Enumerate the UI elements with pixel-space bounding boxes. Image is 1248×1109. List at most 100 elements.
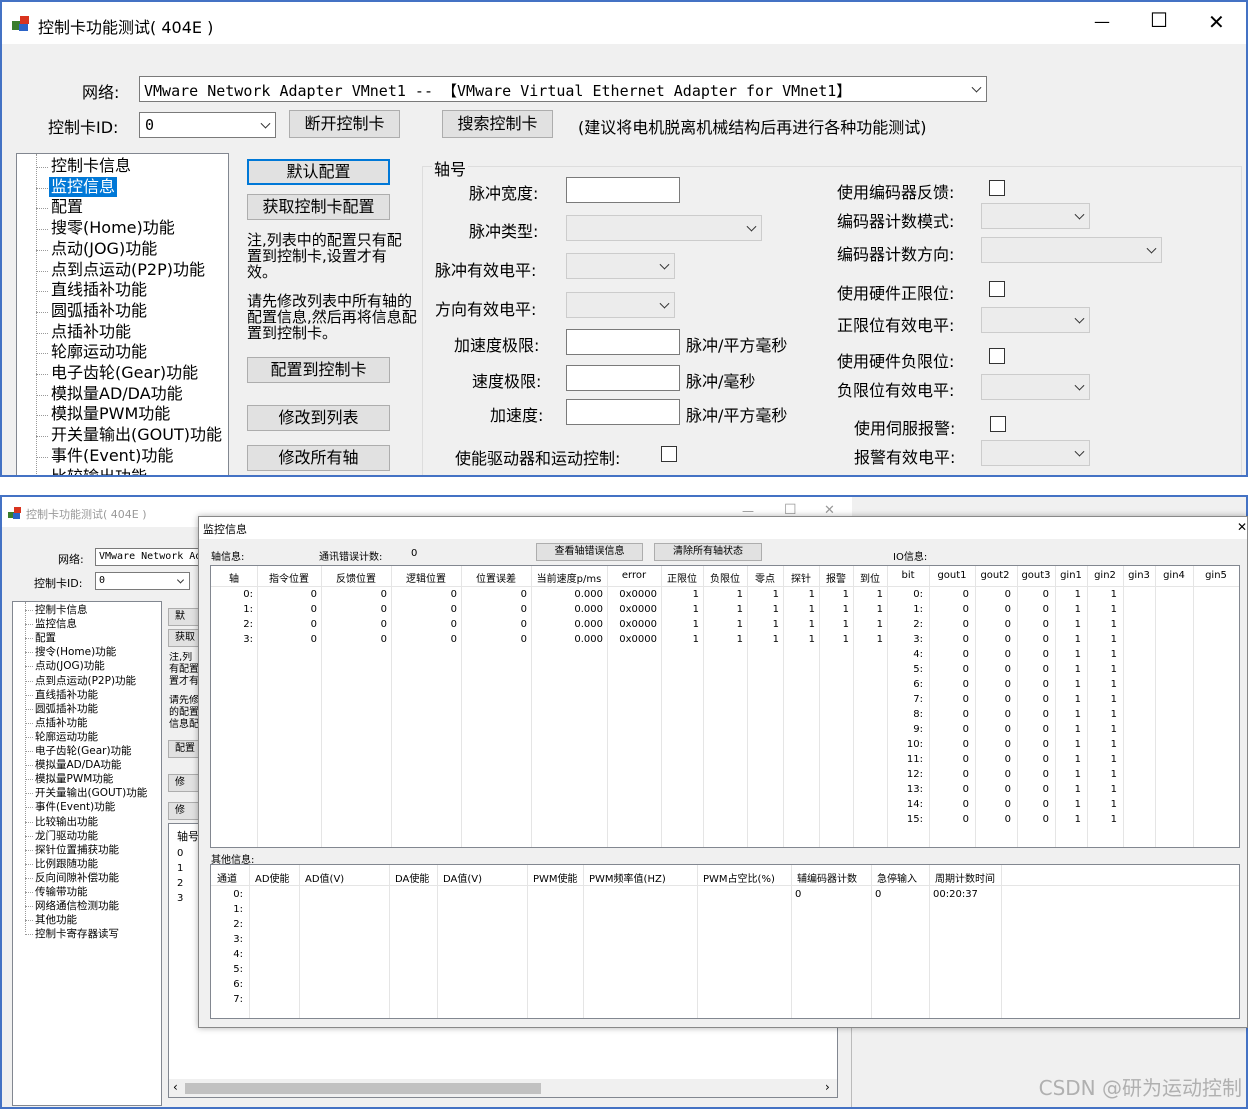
acc-input[interactable] <box>566 399 680 425</box>
axis-cell: 0 <box>310 619 317 630</box>
tree-item[interactable]: 开关量输出(GOUT)功能 <box>35 786 147 800</box>
tree-item[interactable]: 比较输出功能 <box>35 815 98 829</box>
tree-item[interactable]: 圆弧插补功能 <box>35 702 98 716</box>
scroll-thumb[interactable] <box>185 1083 541 1094</box>
tree-item[interactable]: 比例跟随功能 <box>35 857 98 871</box>
function-tree[interactable]: 控制卡信息 监控信息 配置 搜零(Home)功能 点动(JOG)功能 点到点运动(P2P)… <box>16 153 229 476</box>
tree-item[interactable]: 配置 <box>49 197 85 217</box>
network-select[interactable]: VMware Network Adapter VMnet1 -- 【VMware… <box>139 76 987 102</box>
horizontal-scrollbar[interactable]: ‹ › <box>169 1079 837 1097</box>
neg-limit-checkbox[interactable] <box>989 348 1005 364</box>
tree-item[interactable]: 点到点运动(P2P)功能 <box>35 674 136 688</box>
tree-item[interactable]: 点插补功能 <box>49 322 133 342</box>
default-config-button[interactable]: 默认配置 <box>247 159 390 185</box>
io-cell: 0 <box>1042 739 1049 750</box>
bg-network-select[interactable]: VMware Network Ad <box>95 548 215 566</box>
bg-card-id-select[interactable]: 0 <box>95 572 190 590</box>
tree-item[interactable]: 直线插补功能 <box>49 280 149 300</box>
tree-item[interactable]: 网络通信检测功能 <box>35 899 119 913</box>
bg-network-label: 网络: <box>58 553 84 566</box>
get-config-button[interactable]: 获取控制卡配置 <box>247 194 390 220</box>
search-button[interactable]: 搜索控制卡 <box>442 110 553 138</box>
enc-dir-select[interactable] <box>981 237 1162 263</box>
tree-item[interactable]: 开关量输出(GOUT)功能 <box>49 425 224 445</box>
tree-item[interactable]: 搜零(Home)功能 <box>49 218 177 238</box>
apply-config-button[interactable]: 配置到控制卡 <box>247 357 390 383</box>
scroll-right-icon[interactable]: › <box>825 1080 830 1094</box>
scroll-left-icon[interactable]: ‹ <box>173 1080 178 1094</box>
alarm-level-select[interactable] <box>981 440 1090 466</box>
maximize-button[interactable]: ☐ <box>1150 8 1168 32</box>
monitor-close-button[interactable]: ✕ <box>1237 520 1247 534</box>
tree-item[interactable]: 控制卡寄存器读写 <box>35 927 119 941</box>
view-axis-error-button[interactable]: 查看轴错误信息 <box>536 543 643 561</box>
tree-item[interactable]: 比较输出功能 <box>49 467 149 476</box>
disconnect-button[interactable]: 断开控制卡 <box>289 110 400 138</box>
tree-item[interactable]: 点动(JOG)功能 <box>35 659 105 673</box>
tree-item[interactable]: 电子齿轮(Gear)功能 <box>35 744 132 758</box>
tree-item[interactable]: 搜令(Home)功能 <box>35 645 116 659</box>
tree-item[interactable]: 轮廓运动功能 <box>35 730 98 744</box>
io-cell: 0 <box>962 784 969 795</box>
tree-item[interactable]: 传输带功能 <box>35 885 88 899</box>
tree-item[interactable]: 反向间隙补偿功能 <box>35 871 119 885</box>
watermark: CSDN @研为运动控制 <box>1038 1076 1242 1100</box>
pulse-type-select[interactable] <box>566 215 762 241</box>
clear-axis-status-button[interactable]: 清除所有轴状态 <box>654 543 762 561</box>
tree-item[interactable]: 事件(Event)功能 <box>49 446 175 466</box>
tree-item[interactable]: 点动(JOG)功能 <box>49 239 159 259</box>
tree-item[interactable]: 轮廓运动功能 <box>49 342 149 362</box>
io-cell: 1 <box>1074 694 1081 705</box>
io-cell: 0 <box>1004 739 1011 750</box>
bg-button-fragment[interactable]: 修 <box>168 802 202 820</box>
tree-item[interactable]: 模拟量PWM功能 <box>49 404 172 424</box>
pos-limit-label: 使用硬件正限位: <box>837 284 955 303</box>
tree-item[interactable]: 控制卡信息 <box>49 156 133 176</box>
enable-drive-checkbox[interactable] <box>661 446 677 462</box>
minimize-button[interactable]: — <box>1094 12 1110 31</box>
axis-cell: 0.000 <box>574 589 603 600</box>
axis-col-header: 正限位 <box>667 574 697 585</box>
pos-limit-checkbox[interactable] <box>989 281 1005 297</box>
tree-item[interactable]: 模拟量PWM功能 <box>35 772 113 786</box>
tree-item[interactable]: 探针位置捕获功能 <box>35 843 119 857</box>
bg-button-fragment[interactable]: 修 <box>168 774 202 792</box>
acc-limit-input[interactable] <box>566 329 680 355</box>
pulse-level-select[interactable] <box>566 253 675 279</box>
use-encoder-checkbox[interactable] <box>989 180 1005 196</box>
tree-item[interactable]: 配置 <box>35 631 56 645</box>
dir-level-select[interactable] <box>566 292 675 318</box>
bg-function-tree[interactable]: 控制卡信息 监控信息 配置 搜令(Home)功能 点动(JOG)功能 点到点运动(P2P)… <box>12 601 162 1106</box>
modify-list-button[interactable]: 修改到列表 <box>247 405 390 431</box>
tree-item[interactable]: 模拟量AD/DA功能 <box>49 384 185 404</box>
tree-connector <box>25 652 33 654</box>
tree-item[interactable]: 点插补功能 <box>35 716 88 730</box>
tree-item[interactable]: 圆弧插补功能 <box>49 301 149 321</box>
tree-item[interactable]: 监控信息 <box>49 176 118 197</box>
neg-limit-level-select[interactable] <box>981 374 1090 400</box>
tree-connector <box>36 415 48 417</box>
bg-axis-row: 1 <box>177 863 184 874</box>
tree-item[interactable]: 监控信息 <box>35 617 77 631</box>
tree-item[interactable]: 电子齿轮(Gear)功能 <box>49 363 200 383</box>
tree-item[interactable]: 其他功能 <box>35 913 77 927</box>
io-cell: 0 <box>1042 784 1049 795</box>
modify-all-button[interactable]: 修改所有轴 <box>247 445 390 471</box>
io-cell: 0 <box>1004 784 1011 795</box>
vel-limit-input[interactable] <box>566 365 680 391</box>
close-button[interactable]: ✕ <box>1208 10 1225 34</box>
tree-item[interactable]: 事件(Event)功能 <box>35 800 115 814</box>
bg-button-fragment[interactable]: 配置 <box>168 740 202 758</box>
enc-mode-select[interactable] <box>981 203 1090 229</box>
bg-button-fragment[interactable]: 获取 <box>168 629 202 647</box>
tree-item[interactable]: 点到点运动(P2P)功能 <box>49 260 207 280</box>
pulse-width-input[interactable] <box>566 177 680 203</box>
bg-button-fragment[interactable]: 默 <box>168 608 202 626</box>
pos-limit-level-select[interactable] <box>981 307 1090 333</box>
card-id-select[interactable]: 0 <box>139 112 276 138</box>
tree-item[interactable]: 模拟量AD/DA功能 <box>35 758 121 772</box>
tree-item[interactable]: 控制卡信息 <box>35 603 88 617</box>
alarm-checkbox[interactable] <box>990 416 1006 432</box>
tree-item[interactable]: 直线插补功能 <box>35 688 98 702</box>
tree-item[interactable]: 龙门驱动功能 <box>35 829 98 843</box>
